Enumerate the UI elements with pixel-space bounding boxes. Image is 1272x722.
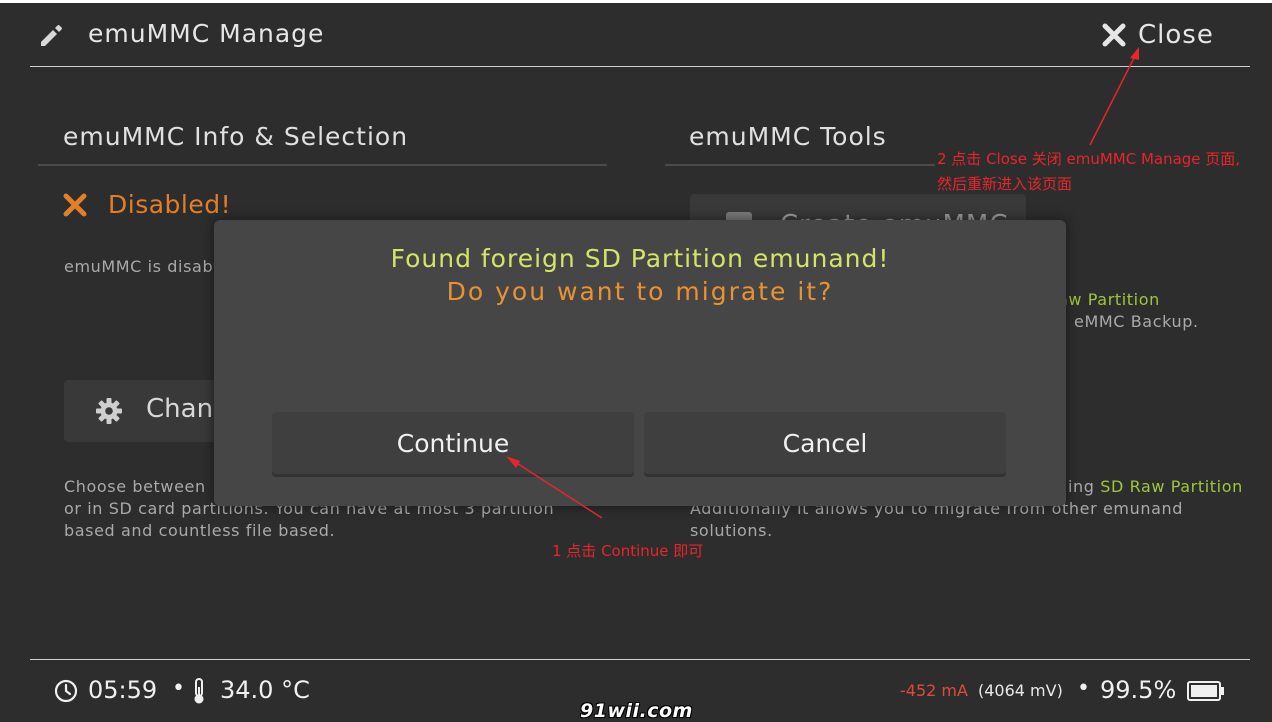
right-text2-prefix: ing [1068,477,1101,496]
sd-raw-partition-text: SD Raw Partition [1100,477,1243,496]
separator-dot: • [1077,676,1090,701]
info-selection-title: emuMMC Info & Selection [63,122,409,151]
continue-button[interactable]: Continue [272,412,634,474]
header-divider [30,66,1250,67]
right-text1-line2: eMMC Backup. [1074,312,1199,331]
right-text2-line1: ing SD Raw Partition [1068,476,1243,498]
change-emummc-button[interactable]: Chang [64,380,230,442]
battery-percent: 99.5% [1100,676,1177,704]
left-section-divider [38,164,607,166]
close-annotation-line1: 2 点击 Close 关闭 emuMMC Manage 页面, [937,150,1241,168]
footer-divider [30,659,1250,660]
dialog-message: Found foreign SD Partition emunand! [390,244,890,273]
tools-title: emuMMC Tools [689,122,887,151]
status-text: Disabled! [108,190,232,219]
time-text: 05:59 [88,676,158,704]
left-desc-line3: based and countless file based. [64,521,336,540]
close-annotation-line2: 然后重新进入该页面 [937,175,1073,193]
temperature-text: 34.0 °C [220,676,310,704]
separator-dot: • [172,676,185,701]
close-label: Close [1138,20,1214,50]
watermark-logo: 91wii.com [580,700,693,722]
continue-annotation: 1 点击 Continue 即可 [552,542,704,560]
close-icon [1102,23,1126,47]
cancel-button[interactable]: Cancel [644,412,1006,474]
emummc-status: Disabled! [62,190,231,219]
page-title: emuMMC Manage [88,19,325,48]
clock-icon [54,679,78,703]
migrate-dialog: Found foreign SD Partition emunand! Do y… [214,220,1066,506]
left-desc-line1: Choose between [64,477,206,496]
thermometer-icon [194,678,204,704]
close-button[interactable]: Close [1100,17,1214,53]
pencil-icon [41,25,62,46]
current-draw-text: -452 mA [900,681,968,700]
right-section-divider [665,164,935,166]
dialog-question: Do you want to migrate it? [446,277,834,306]
right-text1-green: aw Partition [1058,290,1160,309]
gear-icon [96,398,122,424]
voltage-text: (4064 mV) [978,681,1063,700]
battery-icon [1187,681,1224,701]
emummc-info-text: emuMMC is disab [64,257,214,276]
disabled-x-icon [63,193,87,216]
header-bar: emuMMC Manage Close [0,3,1272,67]
